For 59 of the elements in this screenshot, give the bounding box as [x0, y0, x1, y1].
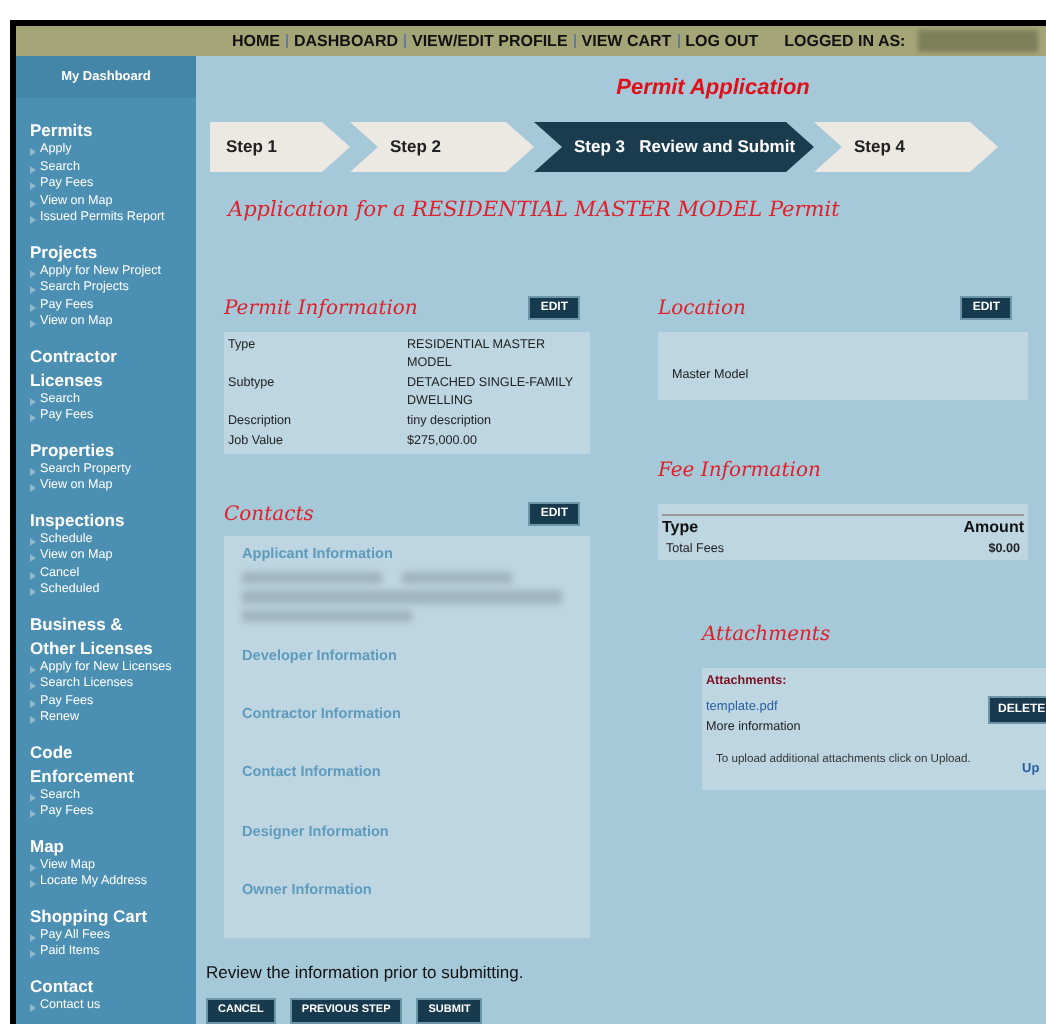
bullet-icon [30, 716, 36, 724]
bullet-icon [30, 665, 36, 673]
nav-link[interactable]: HOME [230, 29, 282, 53]
bullet-icon [30, 1003, 36, 1011]
bullet-icon [30, 286, 36, 294]
sidebar-heading: Code Enforcement [30, 739, 136, 787]
section-title: Permit Information [224, 299, 418, 320]
bullet-icon [30, 467, 36, 475]
nav-link[interactable]: VIEW CART [579, 29, 674, 53]
bullet-icon [30, 303, 36, 311]
nav-link[interactable]: LOG OUT [683, 29, 761, 53]
blurred-username [917, 30, 1038, 52]
sidebar-heading: Projects [30, 239, 100, 262]
page-title: Permit Application [614, 76, 810, 100]
sidebar-heading: Permits [30, 118, 95, 142]
review-note: Review the information prior to submitting. [206, 959, 526, 985]
bullet-icon [30, 414, 36, 422]
column-header: Amount [963, 515, 1024, 540]
sidebar-heading: Properties [30, 437, 117, 460]
sidebar-heading: Contractor Licenses [30, 343, 119, 391]
bullet-icon [30, 148, 36, 156]
column-header: Type [662, 515, 699, 540]
bullet-icon [30, 793, 36, 801]
sidebar-heading: Shopping Cart [30, 903, 150, 926]
section-title: Fee Information [658, 459, 821, 482]
bullet-icon [30, 484, 36, 492]
bullet-icon [30, 588, 36, 596]
bullet-icon [30, 269, 36, 277]
bullet-icon [30, 397, 36, 405]
bullet-icon [30, 682, 36, 690]
step-tab[interactable]: Step 4 [814, 122, 998, 172]
sidebar-heading: Inspections [30, 507, 127, 530]
bullet-icon [30, 216, 36, 224]
nav-link[interactable]: VIEW/EDIT PROFILE [410, 29, 570, 53]
bullet-icon [30, 880, 36, 888]
sidebar-heading: Map [30, 833, 64, 856]
sidebar-heading: Contact [30, 973, 96, 997]
bullet-icon [30, 320, 36, 328]
bullet-icon [30, 863, 36, 871]
bullet-icon [30, 699, 36, 707]
bullet-icon [30, 554, 36, 562]
bullet-icon [30, 537, 36, 545]
section-title: Attachments [702, 624, 831, 647]
section-title: Location [658, 299, 746, 320]
section-title: Contacts [224, 505, 314, 526]
nav-link[interactable]: DASHBOARD [292, 29, 400, 53]
bullet-icon [30, 199, 36, 207]
bullet-icon [30, 571, 36, 579]
application-heading: Application for a RESIDENTIAL MASTER MODEL Permit [228, 196, 842, 226]
bullet-icon [30, 950, 36, 958]
step-tab[interactable]: Step 1 [210, 122, 350, 172]
step-tab[interactable]: Step 3 Review and Submit [534, 122, 814, 172]
bullet-icon [30, 165, 36, 173]
step-tab[interactable]: Step 2 [350, 122, 534, 172]
bullet-icon [30, 810, 36, 818]
bullet-icon [30, 182, 36, 190]
sidebar-heading: Business & Other Licenses [30, 611, 155, 659]
logged-in-label: LOGGED IN AS: [784, 29, 906, 53]
bullet-icon [30, 933, 36, 941]
